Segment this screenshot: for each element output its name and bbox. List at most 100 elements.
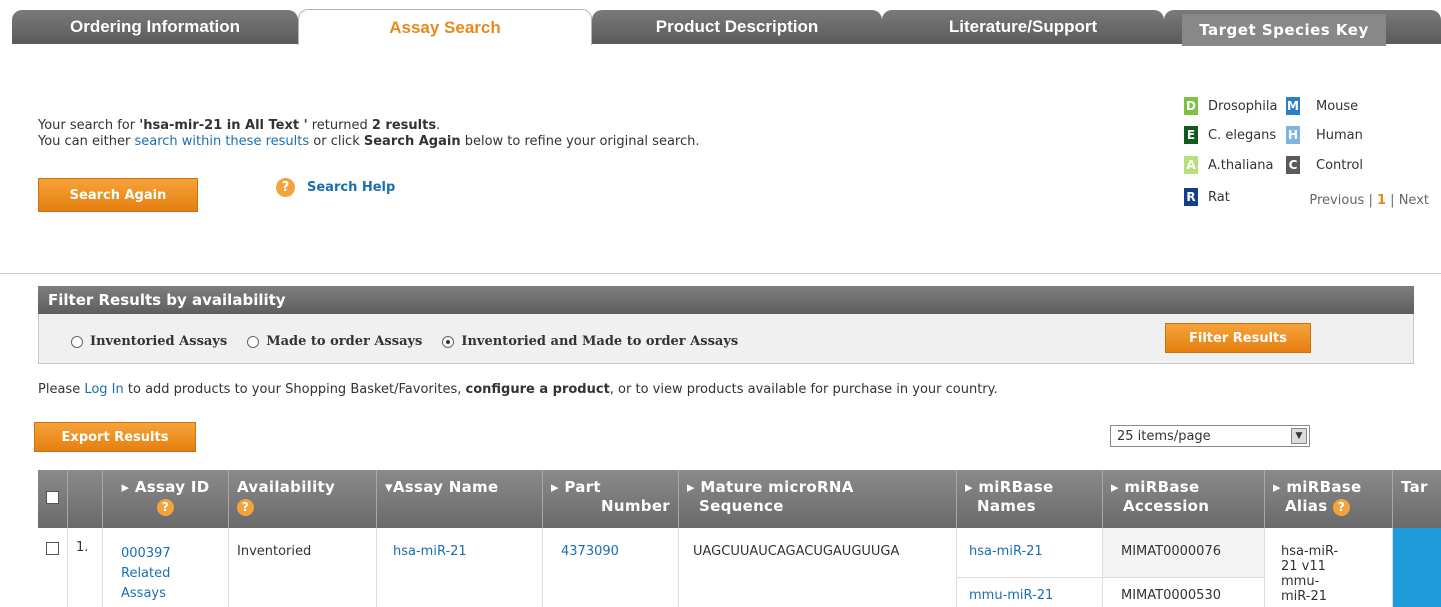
row-select-cell xyxy=(38,528,68,607)
header-label: Tar xyxy=(1401,478,1428,496)
assay-name-link[interactable]: hsa-miR-21 xyxy=(377,528,543,607)
summary-text: or click xyxy=(309,134,364,149)
species-badge: E xyxy=(1184,126,1198,144)
help-icon[interactable]: ? xyxy=(237,499,254,516)
species-name: Human xyxy=(1316,127,1363,143)
sort-icon: ▸ xyxy=(1111,478,1125,496)
species-rat: R Rat xyxy=(1184,188,1230,206)
select-all-cell xyxy=(38,470,68,528)
search-help-link[interactable]: Search Help xyxy=(307,180,395,195)
tab-ordering-information[interactable]: Ordering Information xyxy=(12,10,298,44)
header-label: Number xyxy=(601,497,670,515)
header-label: Assay ID xyxy=(134,478,210,496)
search-within-link[interactable]: search within these results xyxy=(134,134,309,149)
pagination: Previous | 1 | Next xyxy=(1309,193,1429,208)
alias-text: hsa-miR- xyxy=(1281,544,1339,559)
part-number-link[interactable]: 4373090 xyxy=(543,528,679,607)
notice-text: to add products to your Shopping Basket/… xyxy=(123,382,466,397)
assay-id-link[interactable]: 000397 xyxy=(121,544,210,564)
radio-label: Made to order Assays xyxy=(266,334,423,349)
summary-text: You can either xyxy=(38,134,135,149)
header-assay-name[interactable]: ▾Assay Name xyxy=(377,470,543,528)
select-all-checkbox[interactable] xyxy=(46,491,59,504)
radio-made-to-order[interactable]: Made to order Assays xyxy=(247,334,422,349)
radio-label: Inventoried and Made to order Assays xyxy=(461,334,739,349)
alias-text: 21 v11 xyxy=(1281,559,1326,574)
header-label: miRBase xyxy=(1124,478,1200,496)
table-row: 1. 000397 Related Assays Inventoried hsa… xyxy=(38,528,1441,607)
search-help[interactable]: ? Search Help xyxy=(276,178,395,197)
radio-inventoried[interactable]: Inventoried Assays xyxy=(71,334,227,349)
header-part-number[interactable]: ▸ Part Number xyxy=(543,470,679,528)
tab-product-description[interactable]: Product Description xyxy=(592,10,882,44)
header-mirbase-alias[interactable]: ▸ miRBase Alias ? xyxy=(1265,470,1393,528)
search-query: 'hsa-mir-21 in All Text ' xyxy=(139,118,308,133)
search-again-button[interactable]: Search Again xyxy=(38,178,198,212)
items-per-page-value: 25 items/page xyxy=(1117,428,1211,444)
current-page[interactable]: 1 xyxy=(1377,193,1386,208)
header-mirbase-accession[interactable]: ▸ miRBase Accession xyxy=(1103,470,1265,528)
filter-heading: Filter Results by availability xyxy=(38,286,1414,314)
species-badge: C xyxy=(1286,156,1300,174)
sort-icon: ▸ xyxy=(687,478,701,496)
header-mature-sequence[interactable]: ▸ Mature microRNA Sequence xyxy=(679,470,957,528)
tab-literature-support[interactable]: Literature/Support xyxy=(882,10,1164,44)
radio-button[interactable] xyxy=(71,335,83,348)
header-mirbase-names[interactable]: ▸ miRBase Names xyxy=(957,470,1103,528)
sort-icon: ▸ xyxy=(965,478,979,496)
filter-panel: Inventoried Assays Made to order Assays … xyxy=(38,314,1414,364)
header-assay-id[interactable]: ▸ Assay ID ? xyxy=(103,470,229,528)
species-name: Rat xyxy=(1208,189,1230,205)
header-label: Alias xyxy=(1285,497,1328,515)
filter-results-button[interactable]: Filter Results xyxy=(1165,323,1311,353)
tab-assay-search[interactable]: Assay Search xyxy=(298,9,592,45)
species-name: Mouse xyxy=(1316,98,1359,114)
species-drosophila: D Drosophila xyxy=(1184,97,1277,115)
header-label: Assay Name xyxy=(392,478,499,496)
alias-text: miR-21 xyxy=(1281,589,1328,604)
summary-text: below to refine your original search. xyxy=(460,134,700,149)
related-assays-link[interactable]: Assays xyxy=(121,584,210,604)
header-label: miRBase xyxy=(1286,478,1362,496)
related-assays-link[interactable]: Related xyxy=(121,564,210,584)
mirbase-name-link[interactable]: hsa-miR-21 xyxy=(957,528,1102,578)
header-availability[interactable]: Availability ? xyxy=(229,470,377,528)
summary-text: returned xyxy=(307,118,372,133)
sort-icon: ▸ xyxy=(121,478,135,496)
species-badge: A xyxy=(1184,156,1198,174)
chevron-down-icon[interactable]: ▼ xyxy=(1291,428,1307,444)
sort-desc-icon: ▾ xyxy=(385,478,393,496)
mirbase-names-cell: hsa-miR-21 mmu-miR-21 xyxy=(957,528,1103,607)
sequence-cell: UAGCUUAUCAGACUGAUGUUGA xyxy=(679,528,957,607)
result-count: 2 results xyxy=(371,118,437,133)
next-page[interactable]: Next xyxy=(1399,193,1429,208)
log-in-link[interactable]: Log In xyxy=(84,382,123,397)
species-badge: H xyxy=(1286,126,1300,144)
previous-page[interactable]: Previous xyxy=(1309,193,1364,208)
availability-cell: Inventoried xyxy=(229,528,377,607)
alias-text: mmu- xyxy=(1281,574,1320,589)
login-notice: Please Log In to add products to your Sh… xyxy=(38,382,998,397)
accession-value: MIMAT0000076 xyxy=(1103,528,1264,578)
configure-product-link[interactable]: configure a product xyxy=(466,382,610,397)
header-label: miRBase xyxy=(978,478,1054,496)
radio-button[interactable] xyxy=(247,335,260,348)
species-badge: M xyxy=(1286,97,1300,115)
mirbase-name-link[interactable]: mmu-miR-21 xyxy=(957,578,1102,607)
help-icon[interactable]: ? xyxy=(1332,499,1350,516)
alias-cell: hsa-miR- 21 v11 mmu- miR-21 xyxy=(1265,528,1393,607)
items-per-page-select[interactable]: 25 items/page ▼ xyxy=(1110,425,1310,447)
radio-inventoried-and-made-to-order[interactable]: Inventoried and Made to order Assays xyxy=(442,334,738,349)
radio-button-selected[interactable] xyxy=(442,335,455,348)
notice-text: , or to view products available for purc… xyxy=(609,382,998,397)
search-summary: Your search for 'hsa-mir-21 in All Text … xyxy=(38,118,700,150)
species-name: C. elegans xyxy=(1208,127,1277,143)
row-checkbox[interactable] xyxy=(46,542,59,555)
help-icon[interactable]: ? xyxy=(157,499,174,516)
header-label: Availability xyxy=(237,478,336,496)
header-target[interactable]: Tar xyxy=(1393,470,1441,528)
pager-separator: | xyxy=(1386,193,1399,208)
results-table-header: ▸ Assay ID ? Availability ? ▾Assay Name … xyxy=(38,470,1441,528)
summary-text: . xyxy=(436,118,441,133)
export-results-button[interactable]: Export Results xyxy=(34,422,196,452)
